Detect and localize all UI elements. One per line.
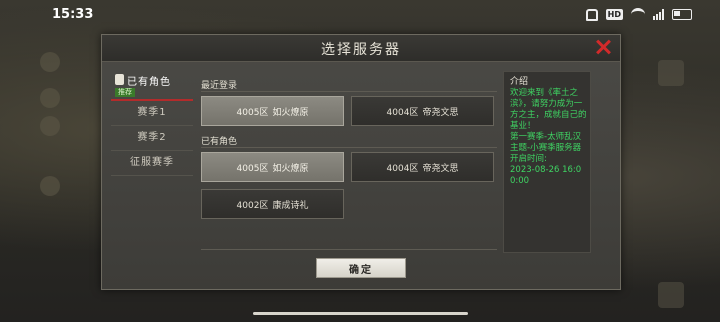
sidebar-item-season-2[interactable]: 赛季2 <box>111 126 193 151</box>
signal-icon <box>653 9 664 20</box>
server-number: 4005区 <box>236 163 269 174</box>
owned-characters-label: 已有角色 <box>201 137 238 147</box>
map-icon <box>658 60 684 86</box>
divider <box>201 249 497 250</box>
sidebar-item-season-1[interactable]: 赛季1 <box>111 101 193 126</box>
intro-panel: 介绍 欢迎来到《率土之滨》，请努力成为一方之主，成就自己的基业！ 第一赛季-太师… <box>503 71 591 253</box>
server-name: 如火燎原 <box>272 163 309 174</box>
sidebar-item-label: 已有角色 <box>127 77 171 88</box>
server-button[interactable]: 4002区 康成诗礼 <box>201 189 344 219</box>
home-indicator[interactable] <box>253 312 468 315</box>
map-icon <box>40 116 60 136</box>
map-icon <box>658 282 684 308</box>
hd-icon: HD <box>605 9 623 20</box>
battery-icon <box>672 9 692 20</box>
server-name: 帝尧文思 <box>422 107 459 118</box>
confirm-button[interactable]: 确定 <box>316 258 406 278</box>
divider <box>201 147 497 148</box>
status-icons: HD <box>585 8 692 21</box>
dialog-header: 选择服务器 <box>102 35 620 62</box>
recent-login-label: 最近登录 <box>201 81 238 91</box>
intro-text: 欢迎来到《率土之滨》，请努力成为一方之主，成就自己的基业！ 第一赛季-太师乱汉主… <box>510 88 587 186</box>
server-button[interactable]: 4005区 如火燎原 <box>201 96 344 126</box>
dialog-title: 选择服务器 <box>321 42 401 58</box>
sidebar-item-conquest-season[interactable]: 征服赛季 <box>111 151 193 176</box>
server-select-dialog: 选择服务器 已有角色 推荐 赛季1 赛季2 征服赛季 最近登录 4005区 如火… <box>101 34 621 290</box>
server-number: 4005区 <box>236 107 269 118</box>
recommend-badge: 推荐 <box>115 88 135 97</box>
character-icon <box>115 74 124 85</box>
server-number: 4004区 <box>386 163 419 174</box>
status-bar: 15:33 HD <box>0 0 720 28</box>
wifi-icon <box>631 8 645 21</box>
mute-bell-icon <box>585 8 598 21</box>
close-icon[interactable] <box>594 38 612 56</box>
divider <box>201 91 497 92</box>
server-name: 如火燎原 <box>272 107 309 118</box>
season-sidebar: 已有角色 推荐 赛季1 赛季2 征服赛季 <box>111 71 193 176</box>
server-number: 4002区 <box>236 200 269 211</box>
server-name: 帝尧文思 <box>422 163 459 174</box>
sidebar-item-owned-characters[interactable]: 已有角色 推荐 <box>111 71 193 101</box>
map-icon <box>40 176 60 196</box>
server-button[interactable]: 4005区 如火燎原 <box>201 152 344 182</box>
intro-title: 介绍 <box>510 77 529 87</box>
map-icon <box>40 52 60 72</box>
server-name: 康成诗礼 <box>272 200 309 211</box>
server-number: 4004区 <box>386 107 419 118</box>
server-button[interactable]: 4004区 帝尧文思 <box>351 96 494 126</box>
clock: 15:33 <box>52 7 94 22</box>
map-icon <box>40 88 60 108</box>
server-button[interactable]: 4004区 帝尧文思 <box>351 152 494 182</box>
server-list-area: 最近登录 4005区 如火燎原 4004区 帝尧文思 已有角色 4005区 如火… <box>201 71 497 251</box>
